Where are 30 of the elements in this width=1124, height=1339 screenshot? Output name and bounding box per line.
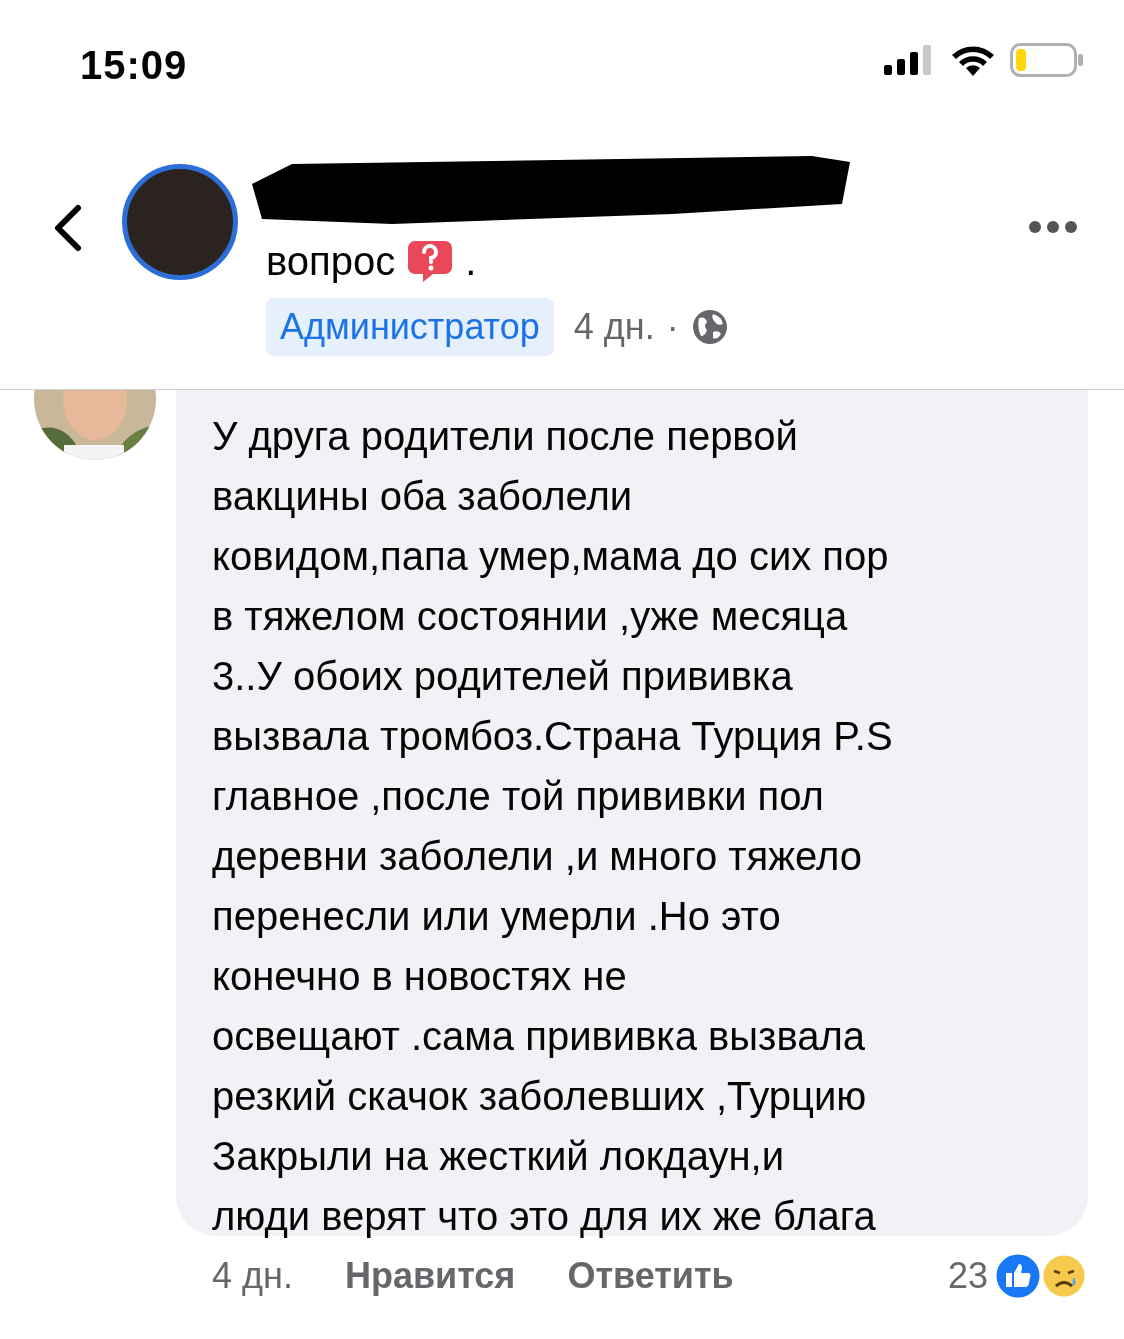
comment-text-line: конечно в новостях не <box>212 953 628 1000</box>
reaction-count: 23 <box>947 1255 988 1297</box>
title-dot: . <box>465 238 477 284</box>
more-icon[interactable] <box>1028 220 1078 234</box>
comment-text-line: У друга родители после первой <box>212 413 799 460</box>
wifi-icon <box>950 44 996 76</box>
like-link[interactable]: Нравится <box>344 1255 516 1297</box>
comment-text-line: главное ,после той прививки пол <box>212 773 825 820</box>
comment-text-line: в тяжелом состоянии ,уже месяца <box>212 593 849 640</box>
globe-icon <box>690 308 729 346</box>
comment-text-line: деревни заболели ,и много тяжело <box>212 833 863 880</box>
comment-time: 4 дн. <box>212 1255 293 1297</box>
reply-link[interactable]: Ответить <box>567 1255 734 1297</box>
comment-text-line: вакцины оба заболели <box>212 473 634 520</box>
status-time: 15:09 <box>80 42 188 88</box>
post-title: вопрос <box>266 238 396 284</box>
comment-text-line: 3..У обоих родителей прививка <box>212 653 794 700</box>
separator-dot: · <box>666 306 679 348</box>
post-time: 4 дн. <box>573 306 655 348</box>
battery-icon <box>1010 43 1084 77</box>
admin-badge: Администратор <box>266 298 554 356</box>
comment-text-line: перенесли или умерли .Но это <box>212 893 782 940</box>
comment-text-line: вызвала тромбоз.Страна Турция P.S <box>212 713 894 760</box>
comment-text-line: ковидом,папа умер,мама до сих пор <box>212 533 890 580</box>
question-icon <box>407 239 454 283</box>
comment-text-line: Закрыли на жесткий локдаун,и <box>212 1133 785 1180</box>
comment-text-line: освещают .сама прививка вызвала <box>212 1013 867 1060</box>
comment-text-line: люди верят что это для их же блага <box>212 1193 877 1240</box>
comment-text-line: резкий скачок заболевших ,Турцию <box>212 1073 868 1120</box>
back-icon[interactable] <box>52 204 84 252</box>
